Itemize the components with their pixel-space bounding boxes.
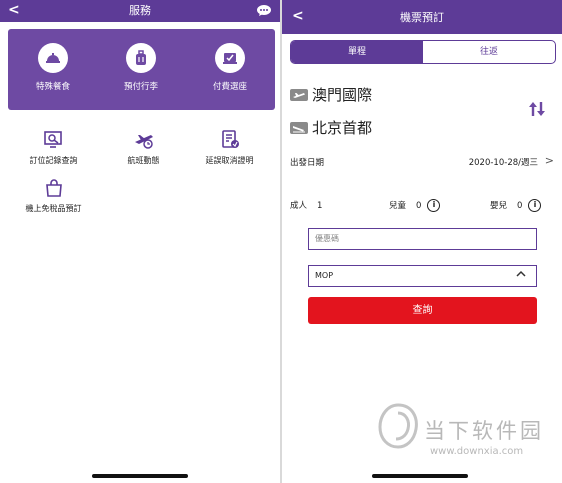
tool-duty-free[interactable]: 機上免稅品預訂 bbox=[6, 178, 101, 214]
services-screen: < 服務 特殊餐食 預付行李 付費選座 訂位記錄查詢 航班動態 延誤取消證明 機… bbox=[0, 0, 280, 483]
chevron-right-icon: > bbox=[544, 154, 554, 167]
tab-round-trip[interactable]: 往返 bbox=[423, 41, 555, 63]
tool-delay-certificate[interactable]: 延誤取消證明 bbox=[182, 130, 277, 166]
passenger-count: 0 bbox=[517, 201, 523, 211]
passenger-type-label: 成人 bbox=[290, 201, 308, 211]
app-stage: < 服務 特殊餐食 預付行李 付費選座 訂位記錄查詢 航班動態 延誤取消證明 機… bbox=[0, 0, 562, 483]
chat-bubble-icon[interactable] bbox=[256, 4, 272, 17]
search-button[interactable]: 查詢 bbox=[308, 297, 537, 324]
passenger-type-label: 兒童 bbox=[389, 201, 407, 211]
passenger-count: 0 bbox=[416, 201, 422, 211]
passenger-count: 1 bbox=[317, 201, 323, 211]
plane-departure-icon bbox=[290, 89, 308, 101]
watermark-logo bbox=[378, 403, 418, 449]
booking-screen: < 機票預訂 單程 往返 澳門國際 北京首都 出發日期 2020-10-28/週… bbox=[282, 0, 562, 483]
tab-one-way[interactable]: 單程 bbox=[291, 41, 423, 63]
page-title: 機票預訂 bbox=[400, 11, 444, 24]
info-icon[interactable]: i bbox=[427, 199, 441, 212]
info-icon[interactable]: i bbox=[528, 199, 542, 212]
premium-services-card: 特殊餐食 預付行李 付費選座 bbox=[8, 29, 275, 110]
plane-arrival-icon bbox=[290, 122, 308, 134]
departure-date-label: 出發日期 bbox=[290, 158, 325, 168]
service-label: 特殊餐食 bbox=[35, 82, 70, 92]
origin-airport-name: 澳門國際 bbox=[312, 86, 373, 104]
departure-date-row[interactable]: 出發日期 2020-10-28/週三 > bbox=[290, 154, 556, 172]
promo-code-input[interactable]: 優惠碼 bbox=[308, 228, 537, 250]
passenger-child[interactable]: 兒童 0 i bbox=[389, 199, 441, 212]
flight-status-icon bbox=[134, 135, 153, 149]
tool-label: 機上免稅品預訂 bbox=[25, 204, 82, 213]
home-indicator[interactable] bbox=[92, 474, 188, 478]
booking-header: < 機票預訂 bbox=[282, 0, 562, 34]
service-label: 付費選座 bbox=[212, 82, 247, 92]
services-header: < 服務 bbox=[0, 0, 280, 22]
service-special-meal[interactable]: 特殊餐食 bbox=[13, 43, 93, 93]
watermark-url: www.downxia.com bbox=[430, 446, 524, 457]
trip-type-toggle: 單程 往返 bbox=[290, 40, 556, 64]
tool-flight-status[interactable]: 航班動態 bbox=[96, 130, 191, 166]
meal-cloche-icon bbox=[38, 43, 68, 73]
swap-airports-icon[interactable] bbox=[527, 99, 547, 119]
page-title: 服務 bbox=[129, 4, 151, 17]
passenger-type-label: 嬰兒 bbox=[490, 201, 508, 211]
tool-label: 訂位記錄查詢 bbox=[29, 156, 78, 165]
tool-label: 航班動態 bbox=[127, 156, 160, 165]
currency-select[interactable]: MOP bbox=[308, 265, 537, 287]
tool-booking-lookup[interactable]: 訂位記錄查詢 bbox=[6, 130, 101, 166]
service-prepaid-baggage[interactable]: 預付行李 bbox=[101, 43, 181, 93]
tool-label: 延誤取消證明 bbox=[205, 156, 254, 165]
currency-value: MOP bbox=[315, 271, 334, 280]
home-indicator[interactable] bbox=[372, 474, 468, 478]
shopping-bag-icon bbox=[45, 179, 62, 197]
watermark-text: 当下软件园 bbox=[424, 419, 544, 443]
departure-date-value: 2020-10-28/週三 bbox=[468, 158, 538, 168]
passenger-infant[interactable]: 嬰兒 0 i bbox=[490, 199, 542, 212]
service-label: 預付行李 bbox=[123, 82, 158, 92]
chevron-up-icon bbox=[516, 270, 526, 277]
service-paid-seat[interactable]: 付費選座 bbox=[190, 43, 270, 93]
certificate-icon bbox=[221, 130, 239, 148]
destination-airport-name: 北京首都 bbox=[312, 119, 373, 137]
seat-icon bbox=[215, 43, 245, 73]
luggage-icon bbox=[126, 43, 156, 73]
booking-lookup-icon bbox=[43, 131, 62, 148]
passenger-adult[interactable]: 成人 1 bbox=[290, 199, 322, 211]
